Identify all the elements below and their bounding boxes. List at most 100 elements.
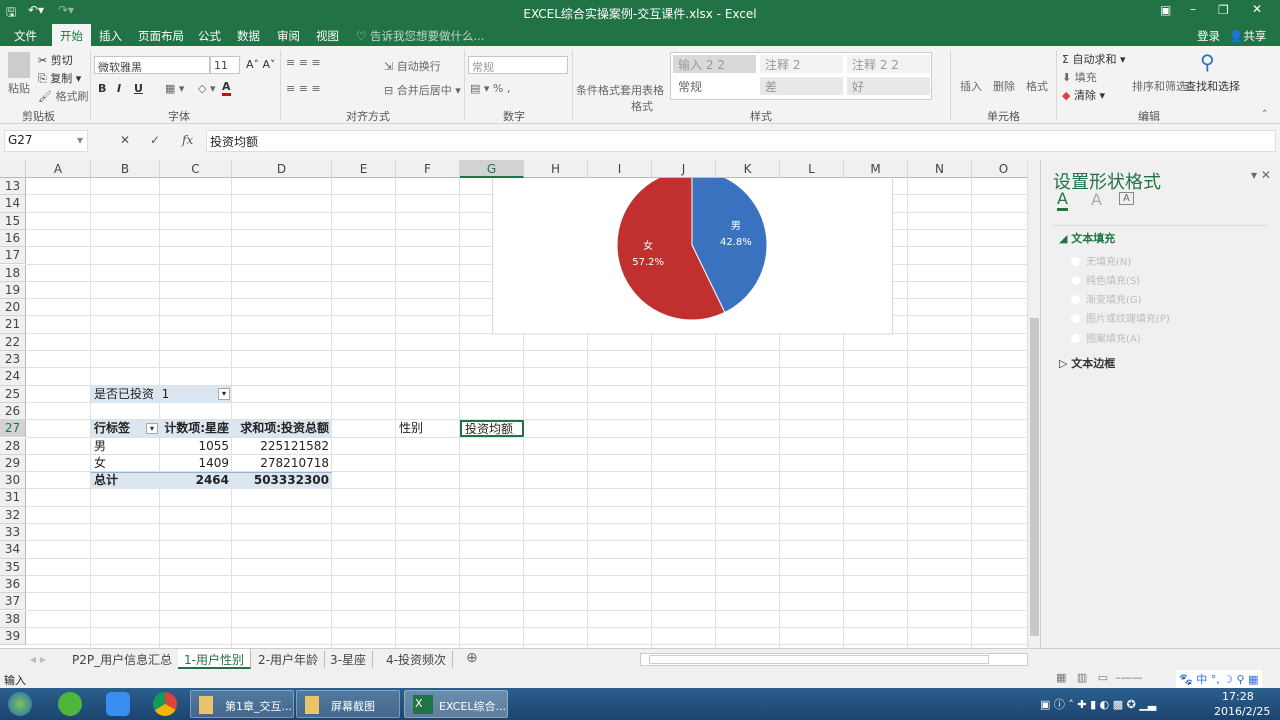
option-picture-fill[interactable]: 图片或纹理填充(P) bbox=[1071, 310, 1170, 325]
italic-button[interactable]: I bbox=[117, 82, 121, 95]
maximize-button[interactable]: ❐ bbox=[1218, 3, 1229, 17]
sheet-tab[interactable]: 3-星座 bbox=[324, 651, 373, 668]
horizontal-scrollbar[interactable] bbox=[640, 653, 1028, 666]
tab-review[interactable]: 审阅 bbox=[277, 28, 300, 44]
font-size-select[interactable]: 11 bbox=[210, 56, 240, 74]
copy-button[interactable]: ⎘ 复制 ▾ bbox=[38, 70, 81, 86]
pivot-row-label[interactable]: 男 bbox=[91, 438, 160, 455]
insert-function-button[interactable]: fx bbox=[182, 133, 193, 147]
style-good[interactable]: 好 bbox=[847, 77, 930, 95]
wrap-text-button[interactable]: ⇲ 自动换行 bbox=[384, 58, 441, 74]
row-header-21[interactable]: 21 bbox=[0, 316, 26, 334]
sheet-tab[interactable]: 4-投资频次 bbox=[380, 651, 453, 668]
style-input22[interactable]: 输入 2 2 bbox=[673, 55, 756, 73]
row-header-25[interactable]: 25 bbox=[0, 385, 26, 403]
vertical-scrollbar[interactable] bbox=[1027, 160, 1040, 648]
pivot-sum[interactable]: 225121582 bbox=[232, 438, 332, 455]
row-header-29[interactable]: 29 bbox=[0, 454, 26, 473]
scrollbar-thumb[interactable] bbox=[1030, 318, 1039, 636]
sheet-tab[interactable]: 2-用户年龄 bbox=[252, 651, 325, 668]
number-format-select[interactable]: 常规 bbox=[468, 56, 568, 74]
collapse-ribbon-icon[interactable]: ˄ bbox=[1262, 108, 1268, 121]
text-effects-icon[interactable]: A bbox=[1091, 190, 1102, 209]
minimize-button[interactable]: – bbox=[1190, 2, 1196, 16]
row-header-24[interactable]: 24 bbox=[0, 368, 26, 386]
text-fill-section[interactable]: ◢ 文本填充 bbox=[1059, 230, 1115, 246]
taskbar-item-folder2[interactable]: 屏幕截图 bbox=[296, 690, 400, 718]
cancel-icon[interactable]: ✕ bbox=[120, 133, 130, 147]
row-header-33[interactable]: 33 bbox=[0, 524, 26, 542]
clear-button[interactable]: ◆ 清除 ▾ bbox=[1062, 87, 1105, 103]
tab-insert[interactable]: 插入 bbox=[99, 28, 122, 44]
taskbar-item-excel[interactable]: X EXCEL综合... bbox=[404, 690, 508, 718]
column-header-I[interactable]: I bbox=[588, 160, 652, 178]
column-header-N[interactable]: N bbox=[908, 160, 972, 178]
style-bad[interactable]: 差 bbox=[760, 77, 843, 95]
cell-G27-active[interactable]: 投资均额 bbox=[460, 420, 524, 438]
bold-button[interactable]: B bbox=[98, 82, 106, 95]
worksheet-grid[interactable]: A B C D E F G H I J K L M N O 13 14 15 16 17 18 19 20 21 22 23 24 2… bbox=[0, 160, 1027, 648]
grow-font-icon[interactable]: A˄ A˅ bbox=[246, 58, 276, 71]
enter-icon[interactable]: ✓ bbox=[150, 133, 160, 147]
row-header-26[interactable]: 26 bbox=[0, 402, 26, 421]
row-header-18[interactable]: 18 bbox=[0, 264, 26, 282]
tell-me-input[interactable]: ♡ 告诉我您想要做什么... bbox=[356, 28, 484, 44]
merge-center-button[interactable]: ⊟ 合并后居中 ▾ bbox=[384, 82, 461, 98]
pane-close-icon[interactable]: ▾ ✕ bbox=[1251, 168, 1271, 182]
border-icon[interactable]: ▦ ▾ bbox=[165, 82, 184, 95]
column-header-C[interactable]: C bbox=[160, 160, 232, 178]
tab-formulas[interactable]: 公式 bbox=[198, 28, 221, 44]
column-header-A[interactable]: A bbox=[26, 160, 91, 178]
sort-filter-button[interactable]: 排序和筛选 bbox=[1132, 78, 1187, 94]
cut-button[interactable]: ✂ 剪切 bbox=[38, 52, 73, 68]
delete-cells-button[interactable]: 删除 bbox=[993, 78, 1015, 94]
pie-chart[interactable]: 男 42.8% 女 57.2% bbox=[492, 178, 893, 335]
column-header-O[interactable]: O bbox=[972, 160, 1027, 178]
column-header-B[interactable]: B bbox=[91, 160, 160, 178]
pivot-count[interactable]: 1055 bbox=[160, 438, 232, 455]
row-header-15[interactable]: 15 bbox=[0, 212, 26, 230]
tab-view[interactable]: 视图 bbox=[316, 28, 339, 44]
sheet-tab[interactable]: 1-用户性别 bbox=[178, 649, 251, 669]
insert-cells-button[interactable]: 插入 bbox=[960, 78, 982, 94]
text-fill-outline-icon[interactable]: A bbox=[1057, 190, 1068, 211]
share-button[interactable]: 👤共享 bbox=[1229, 28, 1266, 44]
pivot-header-sum[interactable]: 求和项:投资总额 bbox=[232, 420, 332, 437]
font-name-select[interactable]: 微软雅黑 bbox=[94, 56, 210, 74]
row-header-30[interactable]: 30 bbox=[0, 472, 26, 490]
row-header-27[interactable]: 27 bbox=[0, 420, 26, 438]
notes-app-icon[interactable] bbox=[106, 692, 130, 716]
textbox-icon[interactable]: A bbox=[1119, 192, 1134, 205]
chrome-icon[interactable] bbox=[153, 692, 177, 716]
start-button[interactable] bbox=[8, 692, 32, 716]
fill-color-icon[interactable]: ◇ ▾ bbox=[198, 82, 215, 95]
text-outline-section[interactable]: ▷ 文本边框 bbox=[1059, 355, 1115, 371]
filter-icon[interactable]: ▾ bbox=[218, 387, 230, 400]
row-header-31[interactable]: 31 bbox=[0, 489, 26, 507]
pivot-header-count[interactable]: 计数项:星座 bbox=[160, 420, 232, 437]
font-color-icon[interactable]: A bbox=[222, 80, 231, 96]
tab-page-layout[interactable]: 页面布局 bbox=[138, 28, 184, 44]
column-header-K[interactable]: K bbox=[716, 160, 780, 178]
dropdown-icon[interactable]: ▾ bbox=[146, 423, 158, 435]
align-top-icon[interactable]: ≡ ≡ ≡ bbox=[286, 56, 321, 69]
percent-button[interactable]: ▤ ▾ % , bbox=[470, 82, 510, 95]
column-header-L[interactable]: L bbox=[780, 160, 844, 178]
format-cells-button[interactable]: 格式 bbox=[1026, 78, 1048, 94]
conditional-format-button[interactable]: 条件格式 bbox=[576, 82, 620, 98]
ie-icon[interactable] bbox=[58, 692, 82, 716]
ime-toolbar[interactable]: 🐾 中 °, ☽ ⚲ ▦ bbox=[1176, 670, 1262, 688]
option-solid-fill[interactable]: 纯色填充(S) bbox=[1071, 272, 1140, 287]
tab-home[interactable]: 开始 bbox=[52, 24, 91, 46]
cell-F27[interactable]: 性别 bbox=[396, 420, 460, 437]
pivot-count[interactable]: 1409 bbox=[160, 455, 232, 472]
style-note2[interactable]: 注释 2 bbox=[760, 55, 843, 73]
option-gradient-fill[interactable]: 渐变填充(G) bbox=[1071, 291, 1142, 306]
tab-scroll-arrows[interactable]: ◂ ▸ bbox=[30, 652, 46, 666]
row-header-23[interactable]: 23 bbox=[0, 351, 26, 369]
row-header-28[interactable]: 28 bbox=[0, 437, 26, 455]
align-left-icon[interactable]: ≡ ≡ ≡ bbox=[286, 82, 321, 95]
column-header-J[interactable]: J bbox=[652, 160, 716, 178]
tab-data[interactable]: 数据 bbox=[237, 28, 260, 44]
row-header-19[interactable]: 19 bbox=[0, 281, 26, 300]
